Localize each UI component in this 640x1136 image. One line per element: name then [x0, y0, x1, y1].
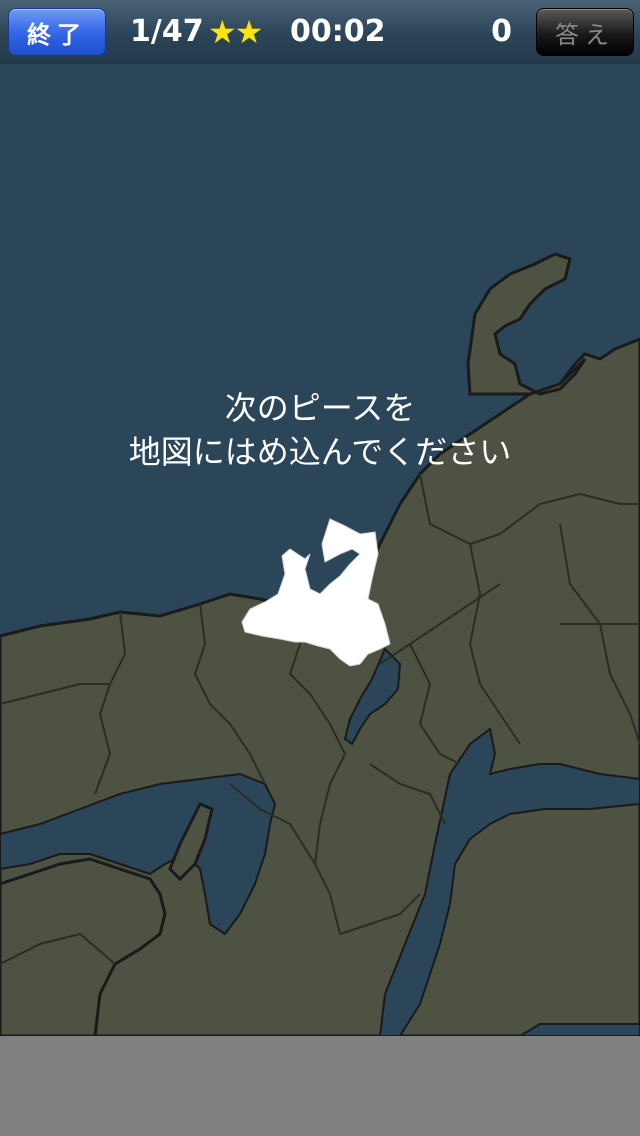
- end-button[interactable]: 終了: [8, 8, 106, 56]
- score: 0: [491, 14, 512, 49]
- top-bar: 終了 1/47 ★★ 00:02 0 答え: [0, 0, 640, 65]
- game-screen: 終了 1/47 ★★ 00:02 0 答え 次のピースを 地図にはめ込んでくださ…: [0, 0, 640, 1136]
- progress-counter: 1/47: [130, 14, 204, 49]
- instruction-text: 次のピースを 地図にはめ込んでください: [0, 386, 640, 474]
- answer-button[interactable]: 答え: [536, 8, 634, 56]
- instruction-line-1: 次のピースを: [224, 389, 416, 427]
- bottom-panel: [0, 1036, 640, 1136]
- timer: 00:02: [290, 14, 386, 49]
- japan-map[interactable]: [0, 64, 640, 1036]
- star-rating: ★★: [208, 13, 263, 51]
- instruction-line-2: 地図にはめ込んでください: [128, 433, 512, 471]
